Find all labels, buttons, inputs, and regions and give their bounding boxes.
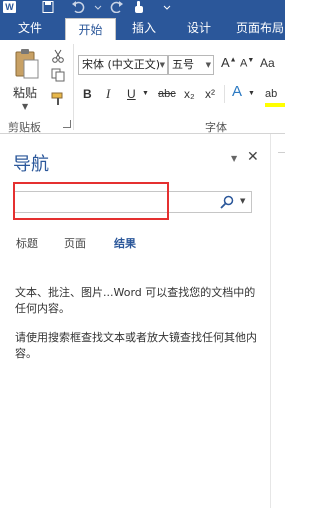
text-effects-dropdown-icon[interactable]: ▼ (248, 85, 255, 103)
close-icon[interactable]: ✕ (247, 149, 259, 165)
save-icon[interactable] (41, 1, 55, 13)
help-message-2: 请使用搜索框查找文本或者放大镜查找任何其他内容。 (15, 331, 257, 360)
tab-file[interactable]: 文件 (0, 16, 60, 40)
highlight-button[interactable]: ab (265, 85, 277, 103)
tab-insert[interactable]: 插入 (122, 16, 166, 40)
quick-access-toolbar: W (0, 0, 285, 16)
undo-icon[interactable] (71, 1, 85, 13)
highlight-color-swatch (265, 103, 285, 107)
font-size-value: 五号 (172, 58, 194, 71)
ruler-mark (278, 152, 285, 153)
ribbon-divider (73, 44, 74, 130)
search-icon[interactable] (220, 195, 234, 209)
bold-button[interactable]: B (83, 85, 92, 103)
subscript-button[interactable]: x₂ (184, 85, 195, 103)
redo-icon[interactable] (110, 1, 124, 13)
clipboard-launcher-icon[interactable] (63, 120, 71, 128)
text-effects-button[interactable]: A (232, 83, 242, 101)
tab-design[interactable]: 设计 (177, 16, 221, 40)
chevron-down-icon: ▼ (205, 61, 211, 69)
grow-font-button[interactable]: A▲ (221, 55, 237, 70)
underline-button[interactable]: U (127, 85, 136, 103)
ribbon-home: 粘贴 ▼ 剪贴板 宋体 (中文正文) ▼ 五号 ▼ A▲ A▼ Aa B I U… (0, 40, 285, 134)
tab-page-layout[interactable]: 页面布局 (230, 16, 290, 40)
paste-dropdown-icon[interactable]: ▼ (22, 102, 28, 111)
help-message-1: 文本、批注、图片...Word 可以查找您的文档中的任何内容。 (15, 286, 256, 315)
tab-headings[interactable]: 标题 (16, 235, 38, 251)
paste-button[interactable]: 粘贴 (13, 84, 37, 101)
ribbon-divider (224, 85, 225, 103)
font-size-select[interactable]: 五号 ▼ (168, 55, 214, 75)
tab-results[interactable]: 结果 (114, 235, 136, 251)
grow-font-label: A (221, 55, 230, 70)
pane-title: 导航 (13, 154, 49, 175)
chevron-down-icon: ▼ (159, 61, 165, 69)
tab-home[interactable]: 开始 (65, 18, 116, 40)
search-input[interactable] (17, 194, 212, 210)
underline-dropdown-icon[interactable]: ▼ (142, 85, 149, 103)
shrink-font-button[interactable]: A▼ (240, 57, 254, 70)
pane-options-icon[interactable]: ▼ (231, 154, 237, 163)
search-box[interactable]: ▼ (13, 191, 252, 213)
font-group-label: 字体 (205, 122, 227, 134)
copy-icon[interactable] (51, 68, 65, 82)
change-case-button[interactable]: Aa (260, 56, 275, 70)
clipboard-group-label: 剪贴板 (8, 122, 41, 134)
search-dropdown-icon[interactable]: ▼ (240, 197, 245, 205)
strikethrough-button[interactable]: abc (158, 85, 176, 103)
tab-pages[interactable]: 页面 (64, 235, 86, 251)
font-name-select[interactable]: 宋体 (中文正文) ▼ (78, 55, 168, 75)
paste-icon[interactable] (14, 48, 40, 82)
word-app-icon[interactable]: W (3, 1, 16, 13)
customize-qat-icon[interactable] (160, 1, 174, 13)
touch-mode-icon[interactable] (132, 1, 146, 13)
italic-button[interactable]: I (106, 85, 110, 103)
superscript-button[interactable]: x² (205, 85, 215, 103)
navigation-pane: 导航 ▼ ✕ ▼ 标题 页面 结果 文本、批注、图片...Word 可以查找您的… (0, 134, 270, 508)
undo-dropdown-icon[interactable] (91, 1, 105, 13)
cut-icon[interactable] (51, 49, 65, 63)
ribbon-tabs: 文件 开始 插入 设计 页面布局 (0, 16, 285, 40)
font-name-value: 宋体 (中文正文) (82, 58, 161, 71)
format-painter-icon[interactable] (51, 92, 65, 106)
document-area-edge (270, 134, 285, 508)
